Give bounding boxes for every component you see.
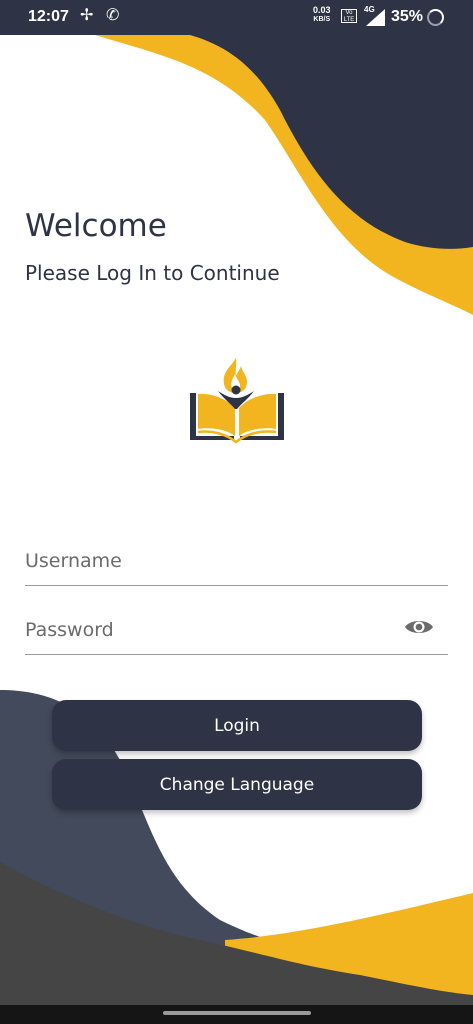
eye-icon[interactable] xyxy=(404,616,434,638)
fan-icon: ✢ xyxy=(80,7,94,24)
login-button[interactable]: Login xyxy=(52,700,422,751)
network-speed: 0.03 KB/S xyxy=(313,6,331,24)
background-shapes xyxy=(0,35,473,1024)
status-time: 12:07 xyxy=(28,8,69,25)
battery-percentage: 35% xyxy=(391,8,424,25)
volte-icon: Vo LTE xyxy=(341,9,357,23)
password-input[interactable] xyxy=(25,606,448,654)
wifi-call-icon: ✆ xyxy=(106,7,120,24)
username-input[interactable] xyxy=(25,537,448,585)
username-field xyxy=(25,537,448,586)
book-logo-icon xyxy=(190,358,284,444)
change-language-button[interactable]: Change Language xyxy=(52,759,422,810)
welcome-title: Welcome xyxy=(25,208,167,244)
network-speed-unit: KB/S xyxy=(313,16,331,23)
network-speed-value: 0.03 xyxy=(313,5,331,15)
password-field xyxy=(25,606,448,655)
signal-icon xyxy=(366,9,385,26)
status-bar: 12:07 ✢ ✆ 0.03 KB/S Vo LTE 4G 35% xyxy=(0,0,473,35)
login-subtitle: Please Log In to Continue xyxy=(25,261,280,285)
battery-icon xyxy=(427,9,444,26)
home-indicator[interactable] xyxy=(163,1011,311,1015)
